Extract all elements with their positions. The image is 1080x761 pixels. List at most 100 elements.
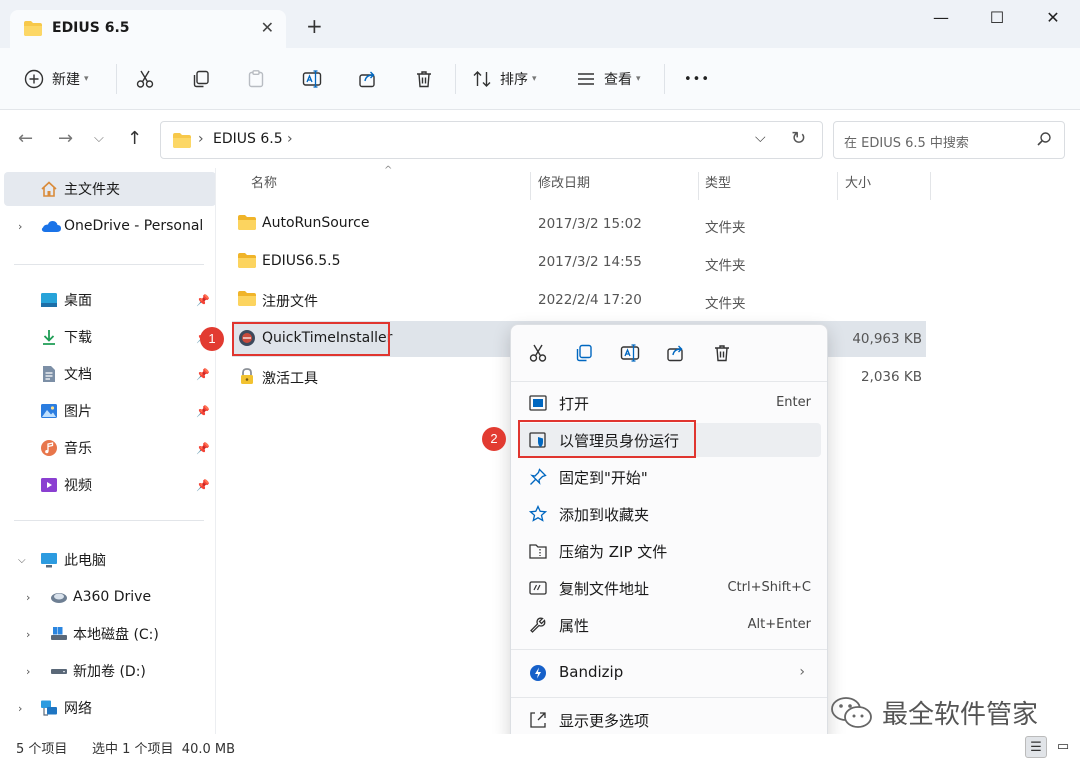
rename-icon[interactable] (620, 343, 640, 363)
navigation-pane: 主文件夹 › OneDrive - Personal 桌面 📌 下载 📌 文档 … (0, 168, 216, 736)
folder-icon (238, 291, 256, 306)
menu-item-label: 显示更多选项 (559, 712, 650, 730)
menu-item-show-more[interactable]: 显示更多选项 (519, 703, 821, 737)
minimize-button[interactable]: — (926, 8, 956, 32)
refresh-icon[interactable]: ↻ (791, 128, 806, 149)
recent-chevron-icon[interactable]: ⌵ (94, 131, 104, 146)
menu-item-open[interactable]: 打开 Enter (519, 386, 821, 420)
search-box[interactable]: 在 EDIUS 6.5 中搜索 (833, 121, 1065, 159)
tab-close-icon[interactable]: ✕ (261, 18, 274, 37)
home-icon (41, 181, 57, 197)
sidebar-item-onedrive[interactable]: › OneDrive - Personal (0, 209, 212, 243)
chevron-right-icon[interactable]: › (18, 702, 22, 715)
sort-button[interactable]: 排序 ▾ (472, 66, 537, 92)
column-divider[interactable] (530, 172, 531, 200)
menu-item-label: 复制文件地址 (559, 580, 650, 598)
column-divider[interactable] (698, 172, 699, 200)
cut-icon[interactable] (528, 343, 548, 363)
column-header-date[interactable]: 修改日期 (538, 172, 590, 200)
sidebar-item-drive-d[interactable]: › 新加卷 (D:) (0, 654, 212, 688)
menu-item-copy-path[interactable]: 复制文件地址 Ctrl+Shift+C (519, 571, 821, 605)
sidebar-item-desktop[interactable]: 桌面 📌 (0, 283, 212, 317)
pin-icon[interactable]: 📌 (196, 479, 210, 492)
copy-button[interactable] (191, 66, 211, 92)
sidebar-item-pictures[interactable]: 图片 📌 (0, 394, 212, 428)
cut-button[interactable] (135, 66, 155, 92)
sidebar-divider (14, 520, 204, 521)
chevron-right-icon[interactable]: › (198, 131, 204, 147)
folder-icon (238, 253, 256, 268)
column-header-size[interactable]: 大小 (845, 172, 871, 200)
menu-divider (511, 697, 827, 698)
chevron-right-icon[interactable]: › (287, 131, 293, 147)
file-date: 2017/3/2 14:55 (538, 254, 642, 270)
forward-arrow-icon[interactable]: → (58, 128, 73, 149)
chevron-right-icon[interactable]: › (26, 665, 30, 678)
sidebar-item-videos[interactable]: 视频 📌 (0, 468, 212, 502)
file-row[interactable]: EDIUS6.5.5 2017/3/2 14:55 文件夹 (232, 244, 926, 280)
file-row[interactable]: 注册文件 2022/2/4 17:20 文件夹 (232, 282, 926, 318)
view-lines-icon (578, 73, 594, 85)
address-path[interactable]: EDIUS 6.5 (213, 131, 283, 147)
sidebar-item-downloads[interactable]: 下载 📌 (0, 320, 212, 354)
sidebar-divider (14, 264, 204, 265)
pin-icon[interactable]: 📌 (196, 405, 210, 418)
menu-item-properties[interactable]: 属性 Alt+Enter (519, 608, 821, 642)
chevron-right-icon[interactable]: › (18, 220, 22, 233)
sidebar-item-this-pc[interactable]: ⌵ 此电脑 (0, 543, 212, 577)
sidebar-item-music[interactable]: 音乐 📌 (0, 431, 212, 465)
rename-button[interactable] (302, 66, 322, 92)
menu-item-pin-start[interactable]: 固定到"开始" (519, 460, 821, 494)
chevron-down-icon: ▾ (636, 74, 641, 84)
sidebar-item-documents[interactable]: 文档 📌 (0, 357, 212, 391)
pin-icon[interactable]: 📌 (196, 294, 210, 307)
sidebar-item-network[interactable]: › 网络 (0, 691, 212, 725)
up-arrow-icon[interactable]: ↑ (127, 128, 142, 149)
column-divider[interactable] (837, 172, 838, 200)
tab-title: EDIUS 6.5 (52, 20, 130, 36)
more-options-button[interactable]: ••• (684, 66, 710, 92)
desktop-icon (41, 293, 57, 307)
music-icon (41, 440, 57, 456)
chevron-down-icon[interactable]: ⌵ (755, 130, 766, 146)
maximize-button[interactable]: ☐ (982, 8, 1012, 32)
back-arrow-icon[interactable]: ← (18, 128, 33, 149)
view-button[interactable]: 查看 ▾ (576, 66, 641, 92)
new-tab-button[interactable]: + (306, 16, 323, 36)
sidebar-item-home[interactable]: 主文件夹 (4, 172, 216, 206)
pin-icon[interactable]: 📌 (196, 368, 210, 381)
tab-edius[interactable]: EDIUS 6.5 ✕ (10, 10, 286, 48)
menu-item-bandizip[interactable]: Bandizip › (519, 656, 821, 690)
address-bar[interactable]: › EDIUS 6.5 › ⌵ ↻ (160, 121, 823, 159)
share-icon[interactable] (666, 343, 686, 363)
chevron-down-icon[interactable]: ⌵ (18, 555, 26, 566)
copy-icon[interactable] (574, 343, 594, 363)
file-name: EDIUS6.5.5 (262, 253, 341, 269)
close-window-button[interactable]: ✕ (1038, 8, 1068, 32)
column-header-name[interactable]: 名称 (251, 172, 277, 200)
sidebar-item-label: 音乐 (64, 441, 92, 457)
folder-icon (238, 215, 256, 230)
file-row[interactable]: AutoRunSource 2017/3/2 15:02 文件夹 (232, 206, 926, 242)
sidebar-item-drive-c[interactable]: › 本地磁盘 (C:) (0, 617, 212, 651)
menu-item-compress-zip[interactable]: 压缩为 ZIP 文件 (519, 534, 821, 568)
chevron-right-icon[interactable]: › (26, 591, 30, 604)
column-divider[interactable] (930, 172, 931, 200)
wrench-icon (530, 617, 546, 633)
menu-item-add-favorites[interactable]: 添加到收藏夹 (519, 497, 821, 531)
details-view-button[interactable]: ☰ (1025, 736, 1047, 758)
tiles-view-button[interactable]: ▭ (1052, 736, 1074, 758)
menu-item-shortcut: Alt+Enter (747, 617, 811, 632)
column-header-type[interactable]: 类型 (705, 172, 731, 200)
paste-button[interactable] (246, 66, 266, 92)
share-button[interactable] (358, 66, 378, 92)
trash-icon[interactable] (712, 343, 732, 363)
title-bar: EDIUS 6.5 ✕ + — ☐ ✕ (0, 0, 1080, 48)
new-button[interactable]: 新建 ▾ (24, 66, 89, 92)
menu-divider (511, 381, 827, 382)
sidebar-item-a360[interactable]: › A360 Drive (0, 580, 212, 614)
pin-icon[interactable]: 📌 (196, 442, 210, 455)
delete-button[interactable] (414, 66, 434, 92)
chevron-right-icon[interactable]: › (26, 628, 30, 641)
cloud-icon (41, 221, 61, 232)
